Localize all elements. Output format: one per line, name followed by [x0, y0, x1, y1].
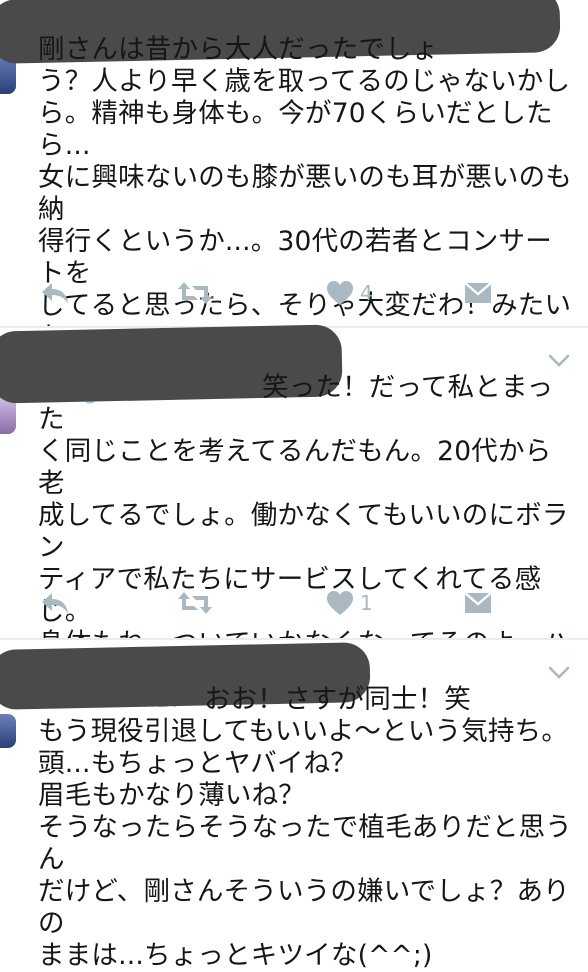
reply-icon [42, 283, 68, 304]
avatar[interactable] [0, 714, 16, 748]
dm-button[interactable] [464, 276, 492, 310]
retweet-icon [178, 592, 212, 614]
chevron-down-icon[interactable] [548, 666, 570, 680]
heart-icon [327, 591, 353, 615]
reply-button[interactable] [40, 276, 70, 310]
tweet-1[interactable]: m17 剛さんは昔から大人だったでしょ う？人より早く歳を取ってるのじゃないかし… [0, 0, 588, 385]
like-count: 1 [360, 591, 373, 615]
like-button[interactable]: 1 [326, 586, 373, 620]
dm-button[interactable] [464, 586, 492, 620]
tweet-actions: 1 [0, 586, 588, 620]
retweet-button[interactable] [176, 586, 214, 620]
like-button[interactable]: 4 [326, 276, 373, 310]
tweet-actions: 4 [0, 276, 588, 310]
retweet-button[interactable] [176, 276, 214, 310]
tweet-2[interactable]: ogerme120 笑った！だって私とまった く同じことを考えてるんだもん。20… [0, 324, 588, 723]
like-count: 4 [360, 281, 373, 305]
chevron-down-icon[interactable] [548, 354, 570, 368]
dm-icon [464, 592, 492, 613]
tweet-text: おお！さすが同士！笑 もう現役引退してもいいよ〜という気持ち。 頭...もちょっ… [38, 684, 572, 971]
reply-icon [42, 593, 68, 614]
heart-icon [327, 281, 353, 305]
reply-button[interactable] [40, 586, 70, 620]
tweet-3[interactable]: ne120 m17 おお！さすが同士！笑 もう現役引退してもいいよ〜という気持ち… [0, 640, 588, 971]
dm-icon [464, 282, 492, 303]
retweet-icon [178, 282, 212, 304]
